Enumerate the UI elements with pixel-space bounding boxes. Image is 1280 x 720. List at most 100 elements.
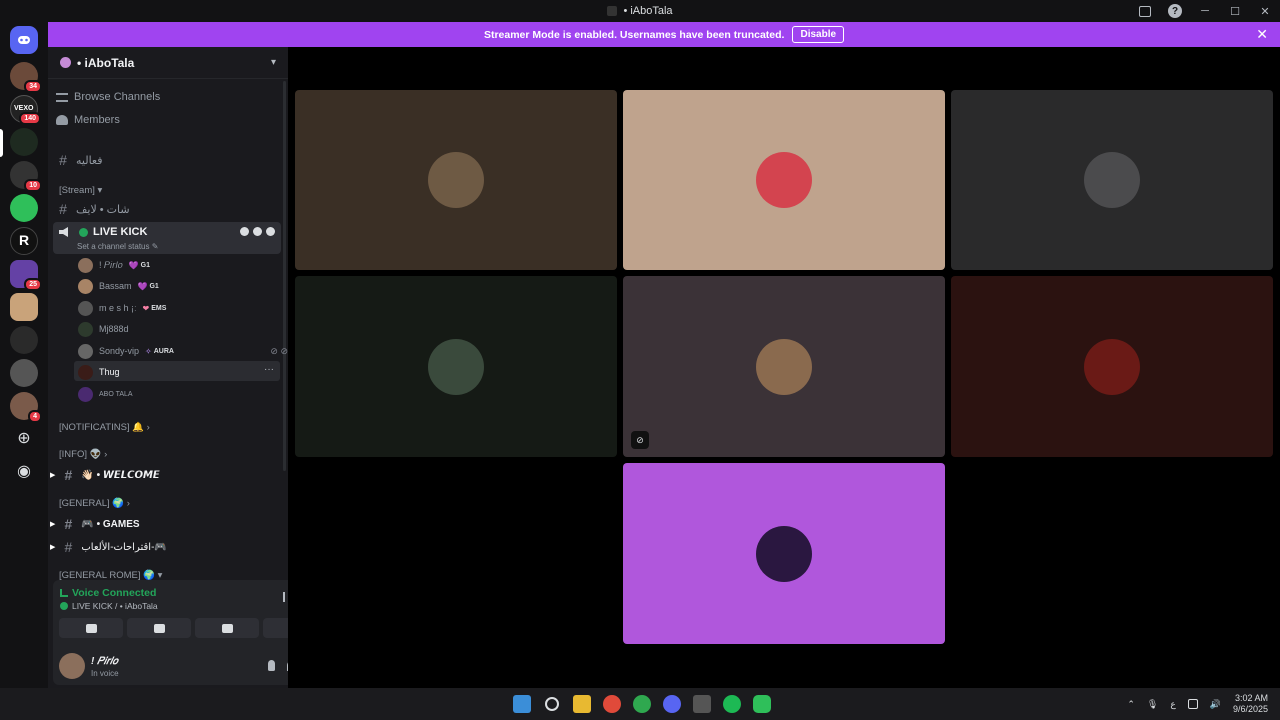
file-explorer-icon[interactable]	[573, 695, 591, 713]
language-indicator[interactable]: ع	[1170, 699, 1175, 710]
voice-connected[interactable]: Voice Connected	[60, 587, 156, 599]
screen-share-button[interactable]	[127, 618, 191, 638]
discover-button[interactable]: ◉	[10, 458, 38, 486]
category-notifications[interactable]: [NOTIFICATINS] 🔔 ›	[59, 422, 150, 433]
server-icon-4[interactable]: 10	[10, 161, 42, 192]
server-icon-1[interactable]: 34	[10, 62, 42, 93]
channel-suggestions[interactable]: ▶ # اقتراحات-الألعاب-🎮	[50, 539, 167, 555]
chevron-up-icon[interactable]: ⌃	[1127, 699, 1135, 710]
camera-button[interactable]	[59, 618, 123, 638]
mic-icon[interactable]	[268, 660, 275, 671]
gear-icon[interactable]	[266, 227, 275, 236]
participant-tile[interactable]	[295, 276, 617, 457]
server-header[interactable]: • iAboTala ▾	[48, 47, 288, 79]
heart-icon: ❤	[142, 303, 150, 313]
server-icon-6[interactable]: R	[10, 227, 38, 255]
avatar	[428, 338, 484, 395]
close-window-button[interactable]: ✕	[1250, 0, 1280, 22]
disable-streamer-button[interactable]: Disable	[792, 26, 845, 43]
maximize-button[interactable]: ☐	[1220, 0, 1250, 22]
voice-location[interactable]: LIVE KICK / • iAboTala	[60, 601, 158, 611]
server-icon-9[interactable]	[10, 326, 38, 354]
add-server-button[interactable]: ⊕	[10, 425, 38, 453]
heart-icon: 💜	[137, 281, 148, 291]
invite-icon[interactable]	[253, 227, 262, 236]
chat-icon[interactable]	[240, 227, 249, 236]
kick-icon[interactable]	[753, 695, 771, 713]
participant-tile[interactable]	[623, 90, 945, 270]
server-icon-11[interactable]: 4	[10, 392, 42, 423]
start-icon[interactable]	[513, 695, 531, 713]
participant-tile[interactable]: ⊘	[623, 276, 945, 457]
minimize-button[interactable]: ─	[1190, 0, 1220, 22]
participant-tile[interactable]	[295, 90, 617, 270]
deafened-icon: ⊘ ⊘	[270, 345, 288, 356]
member-name: ABO TALA	[99, 390, 133, 398]
voice-member[interactable]: m e s h ¡ː ❤ EMS	[78, 298, 166, 318]
server-label: VEXO	[14, 105, 34, 112]
spotify-icon[interactable]	[723, 695, 741, 713]
discord-taskbar-icon[interactable]	[663, 695, 681, 713]
inbox-button[interactable]	[1130, 0, 1160, 22]
channel-status[interactable]: Set a channel status ✎	[77, 242, 158, 251]
user-status: In voice	[91, 669, 119, 678]
server-icon-3[interactable]	[10, 128, 38, 156]
clock[interactable]: 3:02 AM 9/6/2025	[1233, 693, 1268, 715]
channel-status-label: Set a channel status	[77, 242, 150, 251]
server-icon-5[interactable]	[10, 194, 38, 222]
category-stream[interactable]: [Stream] ▾	[59, 185, 102, 196]
user-panel: Voice Connected LIVE KICK / • iAboTala !…	[53, 580, 288, 685]
voice-member[interactable]: Sondy-vip ✧ AURA ⊘ ⊘	[78, 341, 288, 361]
app-icon[interactable]	[693, 695, 711, 713]
voice-member[interactable]: ! 𝑃𝑖𝑟𝑙𝑜 💜 G1	[78, 255, 150, 275]
server-icon-2[interactable]: VEXO 140	[10, 95, 41, 125]
search-icon[interactable]	[545, 697, 559, 711]
volume-icon[interactable]: 🔊	[1210, 699, 1221, 710]
avatar	[78, 321, 93, 337]
hash-icon: #	[64, 516, 73, 532]
member-name: Sondy-vip	[99, 346, 140, 356]
voice-location-label: LIVE KICK / • iAboTala	[72, 601, 158, 611]
category-general[interactable]: [GENERAL] 🌍 ›	[59, 498, 130, 509]
browse-channels[interactable]: Browse Channels	[56, 91, 160, 103]
participant-tile[interactable]	[623, 463, 945, 644]
voice-member[interactable]: Thug	[78, 362, 120, 382]
clock-time: 3:02 AM	[1234, 693, 1268, 703]
members-link[interactable]: Members	[56, 114, 120, 126]
scrollbar[interactable]	[283, 81, 286, 471]
chrome-icon[interactable]	[603, 695, 621, 713]
member-tag: EMS	[151, 304, 167, 312]
server-icon-8[interactable]	[10, 293, 38, 321]
channel-welcome[interactable]: ▶ # 👋🏻 • 𝙒𝙀𝙇𝘾𝙊𝙈𝙀	[50, 467, 160, 483]
mention-badge: 4	[28, 410, 42, 423]
banner-close-icon[interactable]: ✕	[1256, 26, 1268, 43]
network-icon[interactable]	[1187, 699, 1198, 709]
mic-tray-icon[interactable]: 🎙	[1147, 699, 1158, 710]
channel-games[interactable]: ▶ # 🎮 • GAMES	[50, 516, 140, 532]
voice-member[interactable]: Bassam 💜 G1	[78, 276, 159, 296]
screen-share-icon	[153, 623, 165, 633]
user-account[interactable]: ! 𝑃𝑖𝑟𝑙𝑜 In voice	[57, 652, 288, 682]
close-icon: ✕	[1260, 5, 1270, 18]
channel-stream-chat[interactable]: # شات • لايف	[56, 201, 130, 217]
help-button[interactable]: ?	[1160, 0, 1190, 22]
minimize-icon: ─	[1201, 5, 1209, 17]
voice-channel-live-kick[interactable]: LIVE KICK Set a channel status ✎	[53, 222, 281, 254]
more-icon[interactable]: ···	[264, 364, 274, 375]
server-icon-10[interactable]	[10, 359, 38, 387]
category-info[interactable]: [INFO] 👽 ›	[59, 449, 107, 460]
soundboard-button[interactable]	[263, 618, 288, 638]
xbox-icon[interactable]	[633, 695, 651, 713]
activity-button[interactable]	[195, 618, 259, 638]
participant-tile[interactable]	[951, 276, 1273, 457]
category-label: [INFO] 👽	[59, 449, 102, 460]
home-button[interactable]	[10, 26, 38, 54]
voice-member[interactable]: Mj888d	[78, 319, 129, 339]
server-icon-7[interactable]: 25	[10, 260, 42, 291]
participant-tile[interactable]	[951, 90, 1273, 270]
hash-icon: #	[59, 201, 67, 217]
mention-badge: 25	[24, 278, 42, 291]
voice-member[interactable]: ABO TALA	[78, 384, 133, 404]
mention-badge: 34	[24, 80, 42, 93]
channel-top[interactable]: # فعاليه	[56, 152, 102, 168]
